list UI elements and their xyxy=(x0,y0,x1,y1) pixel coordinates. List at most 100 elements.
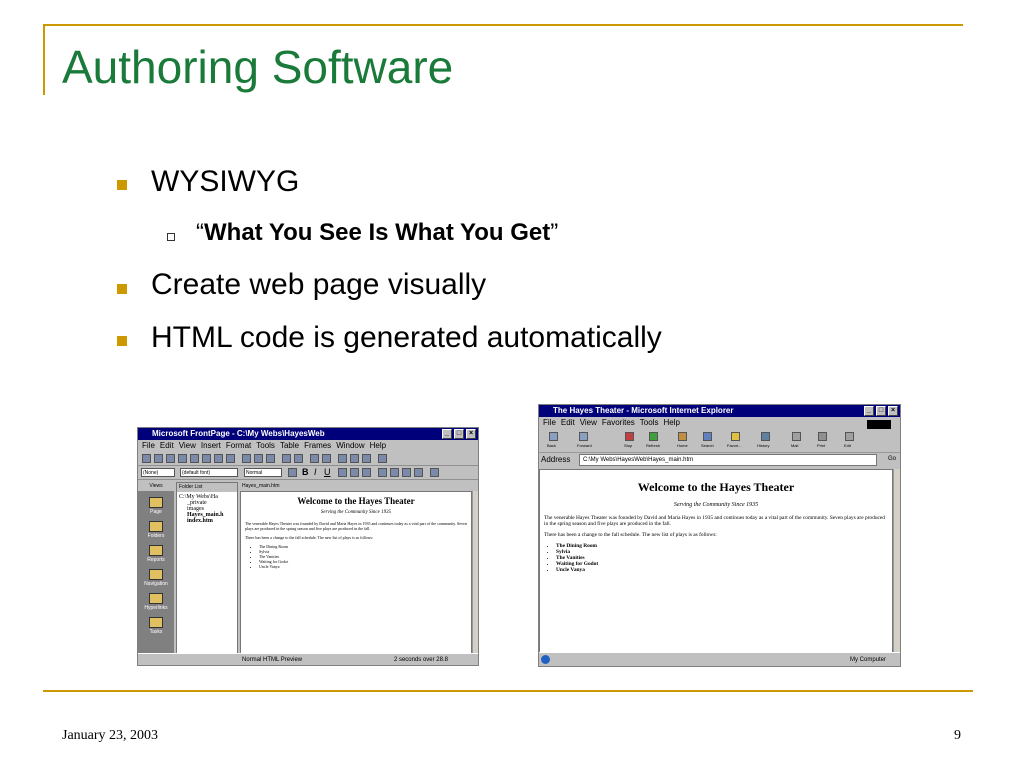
folder-item: index.htm xyxy=(187,518,213,524)
refresh-icon xyxy=(649,432,658,441)
forward-icon xyxy=(579,432,588,441)
menu-edit: Edit xyxy=(159,441,174,450)
bullet-marker xyxy=(117,180,127,190)
print-icon xyxy=(202,454,211,463)
stop-label: Stop xyxy=(624,443,633,448)
image-icon xyxy=(322,454,331,463)
ie-title: The Hayes Theater - Microsoft Internet E… xyxy=(553,406,734,415)
redo-icon xyxy=(294,454,303,463)
style-select: (None) xyxy=(141,468,175,477)
refresh-icon xyxy=(350,454,359,463)
align-center-icon xyxy=(350,468,359,477)
menu-view: View xyxy=(178,441,196,450)
menu-table: Table xyxy=(279,441,300,450)
copy-icon xyxy=(254,454,263,463)
publish-icon xyxy=(178,454,187,463)
paste-icon xyxy=(266,454,275,463)
close-icon: × xyxy=(888,406,898,416)
left-rule xyxy=(43,24,45,95)
undo-icon xyxy=(282,454,291,463)
close-quote: ” xyxy=(550,219,559,246)
ie-statusbar: My Computer xyxy=(539,652,900,666)
editor-scrollbar xyxy=(472,491,478,655)
frontpage-statusbar: Normal HTML Preview 2 seconds over 28.8 xyxy=(138,653,478,665)
menu-file: File xyxy=(142,441,155,450)
history-label: History xyxy=(757,443,770,448)
frontpage-editor: Welcome to the Hayes Theater Serving the… xyxy=(240,491,472,655)
view-tabs: Normal HTML Preview xyxy=(242,657,303,663)
frontpage-standard-toolbar xyxy=(138,452,478,466)
page-paragraph: The venerable Hayes Theater was founded … xyxy=(245,521,467,531)
view-tasks-label: Tasks xyxy=(149,629,163,635)
page-heading: Welcome to the Hayes Theater xyxy=(297,496,415,506)
views-bar: Views Page Folders Reports Navigation Hy… xyxy=(138,482,174,655)
menu-tools: Tools xyxy=(256,441,275,450)
frontpage-format-toolbar: (None) (default font) Normal B I U xyxy=(138,466,478,480)
size-select: Normal xyxy=(244,468,282,477)
align-left-icon xyxy=(338,468,347,477)
hyperlink-icon xyxy=(338,454,347,463)
sub-bullet-marker xyxy=(167,233,175,241)
slide-title: Authoring Software xyxy=(62,41,454,93)
print-label: Print xyxy=(817,443,826,448)
slide-number: 9 xyxy=(954,728,961,743)
page-paragraph: There has been a change to the fall sche… xyxy=(544,532,717,538)
menu-tools: Tools xyxy=(639,418,659,427)
page-view-icon xyxy=(149,497,163,508)
italic-icon: I xyxy=(314,467,317,477)
search-label: Search xyxy=(701,443,714,448)
view-folders-label: Folders xyxy=(147,533,165,539)
go-button[interactable]: Go xyxy=(888,456,896,462)
footer-date: January 23, 2003 xyxy=(62,728,159,743)
home-icon xyxy=(678,432,687,441)
mail-label: Mail xyxy=(791,443,799,448)
menu-help: Help xyxy=(663,418,680,427)
search-icon xyxy=(703,432,712,441)
mail-icon xyxy=(792,432,801,441)
edit-icon xyxy=(845,432,854,441)
table-icon xyxy=(310,454,319,463)
favorites-label: Favori... xyxy=(727,443,742,448)
hyperlinks-view-icon xyxy=(149,593,163,604)
bullet-marker xyxy=(117,336,127,346)
ie-screenshot: The Hayes Theater - Microsoft Internet E… xyxy=(538,404,901,667)
spell-icon xyxy=(226,454,235,463)
stop-icon xyxy=(362,454,371,463)
menu-format: Format xyxy=(225,441,252,450)
view-navigation-label: Navigation xyxy=(144,581,168,587)
view-page-label: Page xyxy=(150,509,162,515)
zone-label: My Computer xyxy=(849,657,886,663)
highlight-icon xyxy=(430,468,439,477)
document-tab: Hayes_main.htm xyxy=(240,482,478,491)
save-icon xyxy=(166,454,175,463)
bullet-create-visually: Create web page visually xyxy=(151,268,487,301)
stop-icon xyxy=(625,432,634,441)
font-color-icon xyxy=(288,468,297,477)
forward-label: Forward xyxy=(577,443,592,448)
menu-file: File xyxy=(543,418,556,427)
history-icon xyxy=(761,432,770,441)
ie-scrollbar[interactable] xyxy=(893,469,900,653)
sub-bullet-text: What You See Is What You Get xyxy=(204,219,551,246)
menu-edit: Edit xyxy=(560,418,575,427)
underline-icon: U xyxy=(324,467,331,477)
menu-favorites: Favorites xyxy=(601,418,635,427)
address-input[interactable]: C:\My Webs\HayesWeb\Hayes_main.htm xyxy=(579,454,877,466)
menu-insert: Insert xyxy=(200,441,221,450)
new-icon xyxy=(142,454,151,463)
menu-frames: Frames xyxy=(304,441,332,450)
open-quote: “ xyxy=(196,219,204,246)
folder-list: Folder List C:\My Webs\Ha _private image… xyxy=(176,482,238,655)
ie-logo-icon xyxy=(867,420,891,432)
indent-icon xyxy=(402,468,411,477)
page-paragraph: There has been a change to the fall sche… xyxy=(245,535,374,540)
play-item: Uncle Vanya xyxy=(556,567,888,573)
ie-content: Welcome to the Hayes Theater Serving the… xyxy=(539,469,893,653)
maximize-icon: □ xyxy=(876,406,886,416)
bullet-marker xyxy=(117,284,127,294)
folders-view-icon xyxy=(149,521,163,532)
print-icon xyxy=(818,432,827,441)
frontpage-screenshot: Microsoft FrontPage - C:\My Webs\HayesWe… xyxy=(137,427,479,666)
view-reports-label: Reports xyxy=(147,557,165,563)
back-label: Back xyxy=(547,443,556,448)
